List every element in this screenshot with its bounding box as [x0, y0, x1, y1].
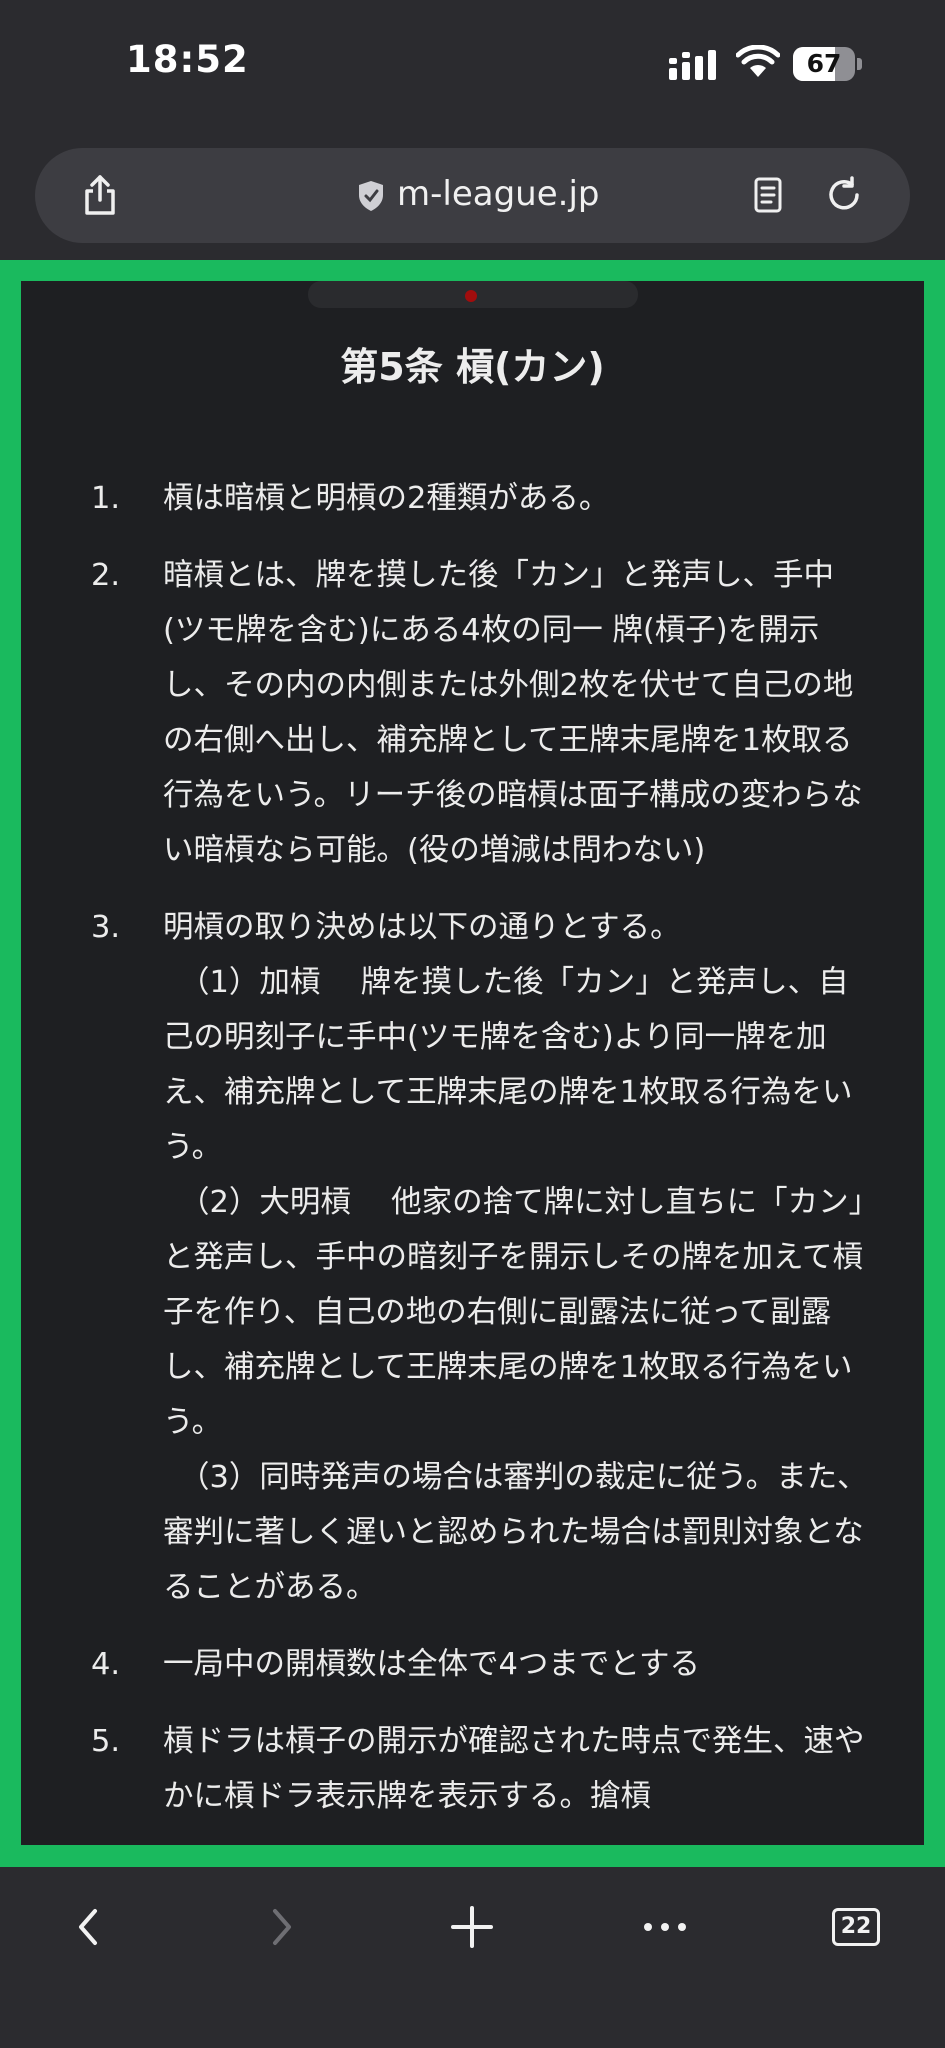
battery-percent: 67: [806, 49, 842, 78]
more-button[interactable]: [630, 1892, 700, 1962]
secure-shield-icon: [359, 181, 383, 211]
tabs-button[interactable]: 22: [821, 1892, 891, 1962]
wifi-icon: [736, 45, 780, 77]
sub-item: （2）大明槓 他家の捨て牌に対し直ちに「カン」と発声し、手中の暗刻子を開示しその…: [163, 1185, 864, 1440]
tabs-icon: 22: [832, 1908, 880, 1946]
rules-list: 1. 槓は暗槓と明槓の2種類がある。 2. 暗槓とは、牌を摸した後「カン」と発声…: [91, 471, 871, 1845]
article-title: 第5条 槓(カン): [340, 345, 605, 389]
clock: 18:52: [126, 38, 249, 81]
list-item: 5. 槓ドラは槓子の開示が確認された時点で発生、速やかに槓ドラ表示牌を表示する。…: [91, 1724, 865, 1814]
list-item: 2. 暗槓とは、牌を摸した後「カン」と発声し、手中(ツモ牌を含む)にある4枚の同…: [91, 558, 863, 868]
forward-icon: [273, 1909, 291, 1945]
list-item: 1. 槓は暗槓と明槓の2種類がある。: [91, 481, 610, 516]
reader-mode-icon[interactable]: [745, 172, 791, 218]
more-icon: [644, 1923, 686, 1931]
list-item: 4. 一局中の開槓数は全体で4つまでとする: [91, 1647, 700, 1682]
status-bar: 18:52 67: [0, 0, 945, 130]
sub-item: （1）加槓 牌を摸した後「カン」と発声し、自己の明刻子に手中(ツモ牌を含む)より…: [163, 965, 853, 1165]
web-content[interactable]: 第5条 槓(カン) 1. 槓は暗槓と明槓の2種類がある。 2. 暗槓とは、牌を摸…: [21, 281, 924, 1845]
back-button[interactable]: [53, 1892, 123, 1962]
battery-icon: 67: [793, 47, 863, 81]
reload-icon[interactable]: [821, 172, 867, 218]
new-tab-button[interactable]: [437, 1892, 507, 1962]
share-icon[interactable]: [77, 172, 123, 218]
url-domain[interactable]: m-league.jp: [397, 174, 599, 214]
back-icon: [79, 1909, 97, 1945]
sub-item: （3）同時発声の場合は審判の裁定に従う。また、審判に著しく遅いと認められた場合は…: [163, 1460, 868, 1605]
scroll-indicator-dot: [465, 290, 477, 302]
list-item: 3. 明槓の取り決めは以下の通りとする。 （1）加槓 牌を摸した後「カン」と発声…: [91, 900, 871, 1615]
cellular-signal-icon: [669, 50, 716, 80]
bottom-toolbar: 22: [0, 1867, 945, 2048]
new-tab-icon: [451, 1906, 493, 1948]
address-bar[interactable]: m-league.jp: [35, 148, 910, 243]
forward-button[interactable]: [247, 1892, 317, 1962]
